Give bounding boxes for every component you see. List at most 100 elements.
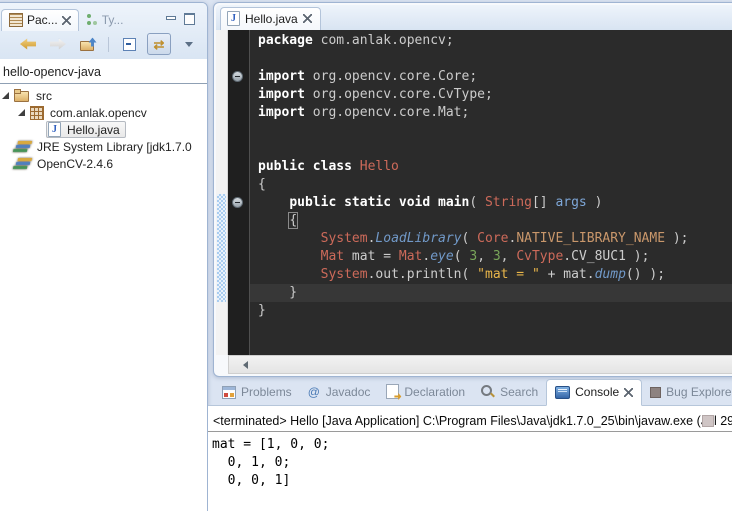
up-button[interactable] (76, 33, 100, 55)
editor-tab-hello-java[interactable]: Hello.java (220, 7, 321, 30)
code-token: + mat. (540, 267, 595, 282)
code-token: String (485, 195, 532, 210)
code-line[interactable]: package com.anlak.opencv; (250, 32, 732, 50)
console-content: <terminated> Hello [Java Application] C:… (208, 405, 732, 511)
console-line: mat = [1, 0, 0; (212, 436, 730, 454)
code-line[interactable]: public static void main( String[] args ) (250, 194, 732, 212)
editor-hscrollbar[interactable] (228, 355, 732, 374)
tree-selection: Hello.java (46, 121, 126, 138)
code-line[interactable]: { (250, 212, 732, 230)
panel-tab-search[interactable]: Search (473, 380, 546, 405)
project-tree: src com.anlak.opencvHello.java JRE System … (0, 87, 207, 172)
project-root-label[interactable]: hello-opencv-java (0, 63, 207, 84)
tree-item-hello-java[interactable]: Hello.java (0, 121, 207, 138)
collapse-arrow-icon[interactable] (17, 108, 26, 117)
package-icon (30, 106, 44, 120)
code-line[interactable]: import org.opencv.core.CvType; (250, 86, 732, 104)
javadoc-icon (308, 386, 321, 399)
code-line[interactable] (250, 140, 732, 158)
tree-item-com-anlak-opencv[interactable]: com.anlak.opencv (0, 104, 207, 121)
close-icon[interactable] (303, 14, 312, 23)
code-line[interactable]: System.LoadLibrary( Core.NATIVE_LIBRARY_… (250, 230, 732, 248)
fold-collapse-icon[interactable] (232, 71, 243, 82)
source-folder-icon (14, 89, 30, 102)
expand-arrow-icon[interactable] (33, 125, 42, 134)
code-token: NATIVE_LIBRARY_NAME (516, 231, 665, 246)
code-token: Mat (321, 249, 344, 264)
console-icon (555, 386, 570, 399)
editor-tabbar: Hello.java (216, 5, 732, 30)
collapse-arrow-icon[interactable] (1, 91, 10, 100)
method-range-indicator (217, 194, 226, 302)
fold-collapse-icon[interactable] (232, 197, 243, 208)
panel-tab-label: Problems (241, 385, 292, 399)
problems-icon (222, 386, 236, 399)
link-editor-icon (152, 38, 167, 51)
code-token: Core (477, 231, 508, 246)
console-panel-tabbar: Problems JavadocDeclaration Search ConsoleB… (208, 377, 732, 405)
code-line[interactable]: } (250, 302, 732, 320)
code-token: dump (595, 267, 626, 282)
tree-item-jre-system-library-jdk1-7-0[interactable]: JRE System Library [jdk1.7.0 (0, 138, 207, 155)
panel-tab-problems[interactable]: Problems (214, 380, 300, 405)
close-icon[interactable] (624, 388, 633, 397)
expand-arrow-icon[interactable] (1, 142, 10, 151)
panel-tab-label: Search (500, 385, 538, 399)
tree-item-src[interactable]: src (0, 87, 207, 104)
annotation-ruler[interactable] (216, 30, 228, 355)
package-explorer-header: Pac...Ty... (0, 3, 207, 59)
tree-item-label: JRE System Library [jdk1.7.0 (35, 140, 194, 154)
view-tab-pac[interactable]: Pac... (1, 9, 79, 31)
code-token: org.opencv.core.Core; (305, 69, 477, 84)
code-line[interactable]: { (250, 176, 732, 194)
tree-item-label: com.anlak.opencv (48, 106, 149, 120)
code-editor[interactable]: package com.anlak.opencv; import org.open… (250, 30, 732, 355)
terminate-icon (702, 415, 714, 427)
package-explorer-body: hello-opencv-java src com.anlak.opencvHel… (0, 59, 207, 511)
code-token: CvType (516, 249, 563, 264)
view-tab-ty[interactable]: Ty... (79, 10, 131, 31)
collapse-all-button[interactable] (117, 33, 141, 55)
code-line[interactable]: System.out.println( "mat = " + mat.dump(… (250, 266, 732, 284)
link-with-editor-button[interactable] (147, 33, 171, 55)
code-line[interactable]: public class Hello (250, 158, 732, 176)
forward-button[interactable] (46, 33, 70, 55)
code-line[interactable] (250, 50, 732, 68)
scroll-left-icon[interactable] (243, 361, 248, 369)
panel-tab-declaration[interactable]: Declaration (378, 379, 473, 405)
panel-tab-console[interactable]: Console (546, 379, 642, 406)
code-token: { (258, 177, 266, 192)
code-token: import (258, 87, 305, 102)
back-button[interactable] (16, 33, 40, 55)
tree-item-label: src (34, 89, 54, 103)
folding-ruler[interactable] (228, 30, 250, 355)
maximize-icon[interactable] (184, 13, 195, 25)
panel-tab-javadoc[interactable]: Javadoc (300, 380, 379, 405)
expand-arrow-icon[interactable] (1, 159, 10, 168)
panel-tab-bug-explorer[interactable]: Bug Explorer (642, 380, 732, 405)
code-line[interactable]: Mat mat = Mat.eye( 3, 3, CvType.CV_8UC1 … (250, 248, 732, 266)
code-line[interactable]: import org.opencv.core.Core; (250, 68, 732, 86)
console-line: 0, 1, 0; (212, 454, 730, 472)
console-output[interactable]: mat = [1, 0, 0; 0, 1, 0; 0, 0, 1] (208, 432, 732, 490)
library-icon (13, 140, 33, 153)
tree-item-label: OpenCV-2.4.6 (35, 157, 115, 171)
tree-item-opencv-2-4-6[interactable]: OpenCV-2.4.6 (0, 155, 207, 172)
console-toolbar (702, 412, 714, 430)
code-line[interactable] (250, 122, 732, 140)
terminate-button[interactable] (702, 412, 714, 430)
code-token (258, 249, 321, 264)
code-token: ( (469, 195, 485, 210)
code-line[interactable]: } (250, 284, 732, 302)
code-token: org.opencv.core.Mat; (305, 105, 469, 120)
editor-body: package com.anlak.opencv; import org.open… (216, 30, 732, 355)
code-token: LoadLibrary (375, 231, 461, 246)
code-token: "mat = " (477, 267, 540, 282)
close-icon[interactable] (62, 16, 71, 25)
code-token: [] (532, 195, 555, 210)
minimize-icon[interactable] (166, 15, 175, 24)
code-token: eye (430, 249, 453, 264)
code-line[interactable]: import org.opencv.core.Mat; (250, 104, 732, 122)
view-menu-button[interactable] (177, 33, 201, 55)
code-token: .out.println( (368, 267, 478, 282)
